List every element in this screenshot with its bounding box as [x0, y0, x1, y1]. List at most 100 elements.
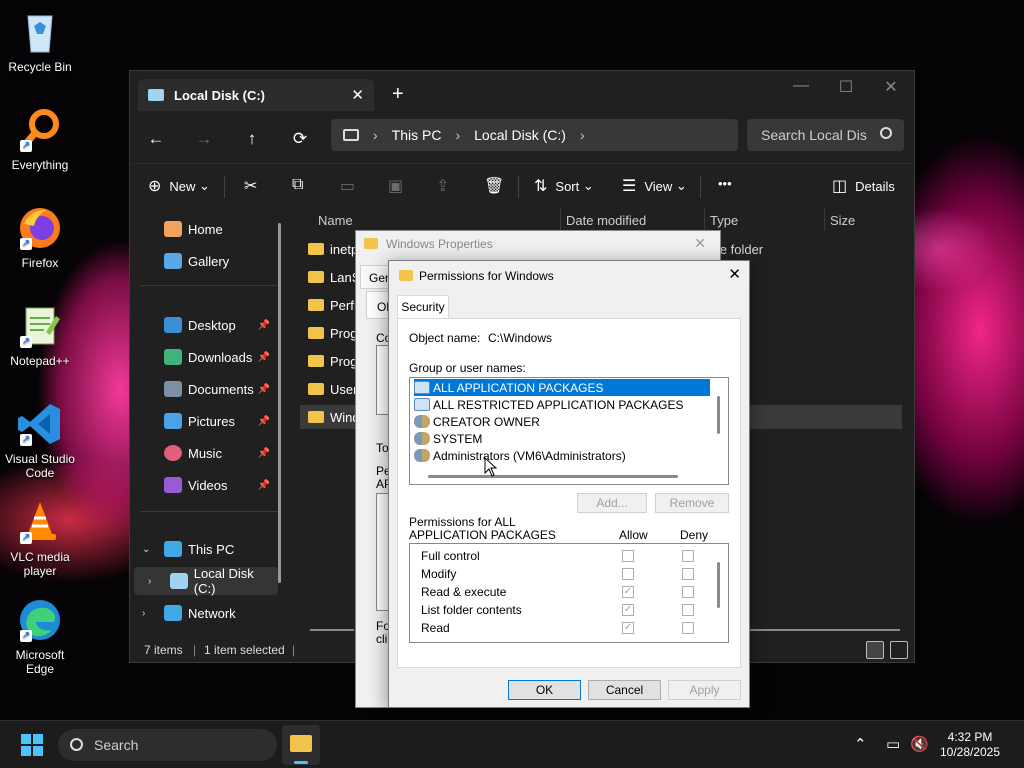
sidebar-scrollbar[interactable] — [278, 223, 281, 583]
pin-icon[interactable]: 📌 — [258, 352, 270, 363]
pin-icon[interactable]: 📌 — [258, 384, 270, 395]
deny-checkbox[interactable] — [682, 604, 694, 616]
list-item-user[interactable]: CREATOR OWNER — [414, 413, 710, 430]
breadcrumb-local-disk[interactable]: Local Disk (C:) — [474, 127, 566, 143]
list-item-user[interactable]: ALL RESTRICTED APPLICATION PACKAGES — [414, 396, 710, 413]
cut-button[interactable]: ✂ — [244, 176, 265, 196]
column-divider[interactable] — [824, 207, 825, 231]
column-header-type[interactable]: Type — [710, 213, 738, 228]
allow-checkbox-checked[interactable]: ✓ — [622, 622, 634, 634]
taskbar-file-explorer[interactable] — [282, 725, 320, 765]
new-tab-button[interactable]: + — [392, 83, 404, 106]
desktop-icon-edge[interactable]: ↗ Microsoft Edge — [0, 596, 80, 676]
sort-button[interactable]: ⇅ Sort ⌄ — [534, 176, 594, 196]
sidebar-item-pictures[interactable]: Pictures 📌 — [130, 407, 280, 435]
maximize-button[interactable]: ☐ — [823, 77, 869, 97]
volume-muted-icon[interactable]: 🔇 — [910, 735, 929, 753]
explorer-tab[interactable]: Local Disk (C:) ✕ — [138, 79, 374, 111]
deny-checkbox[interactable] — [682, 586, 694, 598]
more-options-button[interactable]: ••• — [718, 176, 732, 191]
taskbar-search-input[interactable]: Search — [58, 729, 277, 761]
sidebar-item-local-disk[interactable]: › Local Disk (C:) — [134, 566, 278, 596]
allow-checkbox[interactable] — [622, 550, 634, 562]
allow-checkbox[interactable] — [622, 568, 634, 580]
navigation-bar: ← → ↑ ⟳ › This PC › Local Disk (C:) › Se… — [130, 119, 914, 159]
deny-checkbox[interactable] — [682, 622, 694, 634]
desktop-icon-firefox[interactable]: ↗ Firefox — [0, 204, 80, 270]
chevron-up-icon[interactable]: ⌃ — [854, 735, 867, 753]
close-dialog-button[interactable]: ✕ — [728, 265, 741, 283]
address-bar[interactable]: › This PC › Local Disk (C:) › — [331, 119, 738, 151]
view-button[interactable]: ☰ View ⌄ — [622, 176, 687, 196]
horizontal-scrollbar[interactable] — [310, 629, 354, 631]
remove-button[interactable]: Remove — [655, 493, 729, 513]
tab-close-icon[interactable]: ✕ — [351, 86, 364, 104]
pin-icon[interactable]: 📌 — [258, 416, 270, 427]
column-header-size[interactable]: Size — [830, 213, 855, 228]
chevron-down-icon[interactable]: ⌄ — [142, 544, 150, 555]
list-item-user[interactable]: ALL APPLICATION PACKAGES — [414, 379, 710, 396]
sidebar-item-documents[interactable]: Documents 📌 — [130, 375, 280, 403]
start-button[interactable] — [21, 734, 43, 756]
allow-checkbox-checked[interactable]: ✓ — [622, 586, 634, 598]
drive-icon — [170, 573, 188, 589]
cancel-button[interactable]: Cancel — [588, 680, 661, 700]
sidebar-item-desktop[interactable]: Desktop 📌 — [130, 311, 280, 339]
up-button[interactable]: ↑ — [238, 125, 266, 153]
close-window-button[interactable]: ✕ — [868, 77, 914, 97]
vertical-scrollbar[interactable] — [717, 396, 720, 434]
pin-icon[interactable]: 📌 — [258, 480, 270, 491]
delete-button[interactable]: 🗑 — [484, 176, 512, 196]
allow-checkbox-checked[interactable]: ✓ — [622, 604, 634, 616]
column-divider[interactable] — [704, 207, 705, 231]
copy-button[interactable]: ⧉ — [292, 176, 311, 194]
ok-button[interactable]: OK — [508, 680, 581, 700]
sidebar-item-network[interactable]: › Network — [130, 599, 280, 627]
list-icon: ☰ — [622, 178, 637, 195]
chevron-right-icon[interactable]: › — [148, 576, 151, 587]
list-item-user[interactable]: Administrators (VM6\Administrators) — [414, 447, 710, 464]
deny-checkbox[interactable] — [682, 550, 694, 562]
back-button[interactable]: ← — [142, 125, 170, 153]
close-icon[interactable]: ✕ — [694, 235, 706, 252]
share-button[interactable]: ⇪ — [436, 176, 457, 196]
refresh-button[interactable]: ⟳ — [286, 125, 314, 153]
sidebar-item-this-pc[interactable]: ⌄ This PC — [130, 535, 280, 563]
breadcrumb-this-pc[interactable]: This PC — [392, 127, 442, 143]
column-divider[interactable] — [560, 207, 561, 231]
sidebar-item-home[interactable]: Home — [130, 215, 280, 243]
sidebar-item-videos[interactable]: Videos 📌 — [130, 471, 280, 499]
column-header-date[interactable]: Date modified — [566, 213, 646, 228]
sidebar-item-gallery[interactable]: Gallery — [130, 247, 280, 275]
paste-button[interactable]: ▭ — [340, 176, 363, 196]
desktop-icon-vlc[interactable]: ↗ VLC media player — [0, 498, 80, 578]
desktop-icon-recycle-bin[interactable]: Recycle Bin — [0, 8, 80, 74]
minimize-button[interactable]: — — [778, 77, 824, 95]
pin-icon[interactable]: 📌 — [258, 448, 270, 459]
horizontal-scrollbar[interactable] — [428, 475, 678, 478]
deny-checkbox[interactable] — [682, 568, 694, 580]
chevron-right-icon[interactable]: › — [142, 608, 145, 619]
apply-button[interactable]: Apply — [668, 680, 741, 700]
search-input[interactable]: Search Local Dis — [747, 119, 904, 151]
network-icon[interactable]: ▭ — [886, 735, 900, 753]
rename-button[interactable]: ▣ — [388, 176, 411, 196]
desktop-icon-everything[interactable]: ↗ Everything — [0, 106, 80, 172]
pin-icon[interactable]: 📌 — [258, 320, 270, 331]
forward-button[interactable]: → — [190, 125, 218, 153]
desktop-icon-vscode[interactable]: ↗ Visual Studio Code — [0, 400, 82, 480]
sidebar-item-music[interactable]: Music 📌 — [130, 439, 280, 467]
vertical-scrollbar[interactable] — [717, 562, 720, 608]
clock[interactable]: 4:32 PM 10/28/2025 — [930, 730, 1010, 760]
tab-security[interactable]: Security — [397, 295, 449, 319]
tiles-view-button[interactable] — [890, 641, 908, 659]
details-view-button[interactable] — [866, 641, 884, 659]
new-button[interactable]: ⊕ New ⌄ — [148, 176, 210, 196]
list-item-user[interactable]: SYSTEM — [414, 430, 710, 447]
sidebar-item-downloads[interactable]: Downloads 📌 — [130, 343, 280, 371]
add-button[interactable]: Add... — [577, 493, 647, 513]
desktop-icon-notepad-plus-plus[interactable]: ↗ Notepad++ — [0, 302, 80, 368]
details-pane-button[interactable]: ◫ Details — [832, 176, 895, 196]
divider — [224, 176, 225, 198]
column-header-name[interactable]: Name — [318, 213, 353, 228]
